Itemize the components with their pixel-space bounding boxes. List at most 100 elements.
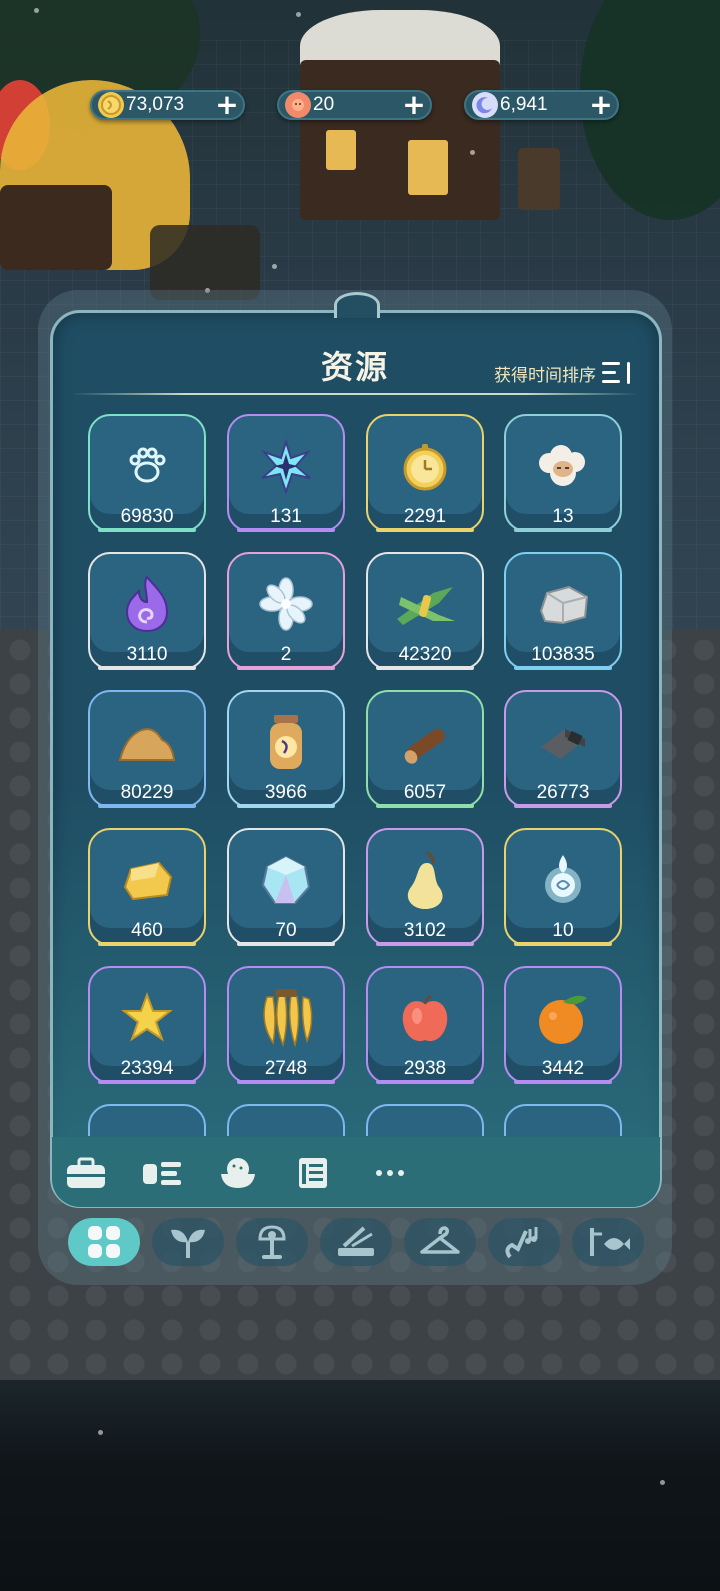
resource-slot[interactable]: 13 [504, 414, 622, 532]
resource-slot[interactable]: 2748 [227, 966, 345, 1084]
music-sheet-icon[interactable] [292, 1155, 336, 1191]
wood-log-icon [393, 710, 457, 774]
sprout-icon [168, 1224, 208, 1260]
tab-instrument[interactable] [488, 1218, 560, 1266]
firefly-jar-icon [254, 710, 318, 774]
resource-slot[interactable]: 70 [227, 828, 345, 946]
snowflake [34, 8, 39, 13]
sort-icon [602, 360, 632, 386]
grass-bundle-icon [393, 572, 457, 636]
slot-glow [514, 1080, 612, 1084]
resource-grid[interactable]: 69830 131 2291 13 3110 2 42320 103835 80229 3966 6… [88, 414, 622, 1136]
resource-slot[interactable]: 460 [88, 828, 206, 946]
add-gold-button[interactable]: + [213, 91, 241, 119]
currency-flower: 20 + [277, 90, 432, 120]
resource-slot[interactable] [366, 1104, 484, 1136]
hanger-icon [418, 1224, 462, 1260]
resource-count: 2291 [403, 506, 447, 527]
tab-grid[interactable] [68, 1218, 140, 1266]
slot-glow [98, 942, 196, 946]
slot-glow [98, 666, 196, 670]
currency-gold: 73,073 + [90, 90, 245, 120]
resource-slot[interactable]: 42320 [366, 552, 484, 670]
resource-slot[interactable]: 69830 [88, 414, 206, 532]
currency-gold-value: 73,073 [126, 94, 185, 115]
resource-slot[interactable] [88, 1104, 206, 1136]
iron-ingot-icon [531, 710, 595, 774]
signpost [518, 148, 560, 210]
tab-sprout[interactable] [152, 1218, 224, 1266]
more-dots-icon[interactable] [368, 1155, 412, 1191]
snowflake [98, 1430, 103, 1435]
resource-slot[interactable]: 2291 [366, 414, 484, 532]
resource-slot[interactable]: 3102 [366, 828, 484, 946]
gold-coin-icon [98, 92, 124, 118]
star-fruit-icon [115, 986, 179, 1050]
item-icon [531, 1124, 595, 1136]
resource-count: 2938 [403, 1058, 447, 1079]
tab-fish[interactable] [572, 1218, 644, 1266]
sun-flower-icon [285, 92, 311, 118]
resource-slot[interactable] [227, 1104, 345, 1136]
slot-glow [98, 804, 196, 808]
slot-glow [514, 804, 612, 808]
slot-glow [98, 1080, 196, 1084]
slot-glow [376, 1080, 474, 1084]
resource-slot[interactable]: 10 [504, 828, 622, 946]
slot-glow [237, 804, 335, 808]
resource-slot[interactable]: 3442 [504, 966, 622, 1084]
slot-glow [237, 666, 335, 670]
resource-slot[interactable]: 2938 [366, 966, 484, 1084]
sand-pile-icon [115, 710, 179, 774]
currency-moon: 6,941 + [464, 90, 619, 120]
toolbox-icon[interactable] [64, 1155, 108, 1191]
tab-furniture[interactable] [236, 1218, 308, 1266]
bowl-icon[interactable] [216, 1155, 260, 1191]
resource-count: 460 [131, 920, 163, 941]
slot-glow [514, 942, 612, 946]
resource-slot[interactable]: 3110 [88, 552, 206, 670]
sheep-icon [531, 434, 595, 498]
slot-glow [237, 942, 335, 946]
slot-glow [376, 804, 474, 808]
add-flower-button[interactable]: + [400, 91, 428, 119]
banana-bunch-icon [254, 986, 318, 1050]
tab-hanger[interactable] [404, 1218, 476, 1266]
item-icon [254, 1124, 318, 1136]
category-tabs [68, 1218, 648, 1268]
resource-slot[interactable] [504, 1104, 622, 1136]
resource-slot[interactable]: 3966 [227, 690, 345, 808]
instrument-icon [502, 1223, 546, 1261]
slot-glow [376, 666, 474, 670]
resource-slot[interactable]: 26773 [504, 690, 622, 808]
resource-count: 3442 [541, 1058, 585, 1079]
food-icon[interactable] [140, 1155, 184, 1191]
add-moon-button[interactable]: + [587, 91, 615, 119]
spirit-orb-icon [531, 848, 595, 912]
tab-tools[interactable] [320, 1218, 392, 1266]
furniture-icon [252, 1223, 292, 1261]
slot-glow [98, 528, 196, 532]
resource-count: 3110 [126, 644, 168, 665]
resource-count: 13 [552, 506, 574, 527]
snowflake [272, 264, 277, 269]
resource-slot[interactable]: 6057 [366, 690, 484, 808]
snowflake [660, 1480, 665, 1485]
title-divider [72, 393, 638, 395]
resource-count: 2 [280, 644, 292, 665]
crystal-flower-icon [254, 572, 318, 636]
resource-slot[interactable]: 2 [227, 552, 345, 670]
resource-count: 80229 [120, 782, 174, 803]
house-door-window [408, 140, 448, 195]
diamond-gem-icon [254, 848, 318, 912]
resource-count: 42320 [398, 644, 452, 665]
house-window [326, 130, 356, 170]
snowflake [296, 12, 301, 17]
resource-slot[interactable]: 103835 [504, 552, 622, 670]
resource-slot[interactable]: 23394 [88, 966, 206, 1084]
sort-by-time-button[interactable]: 获得时间排序 [494, 360, 632, 386]
slot-glow [514, 666, 612, 670]
resource-slot[interactable]: 131 [227, 414, 345, 532]
resource-slot[interactable]: 80229 [88, 690, 206, 808]
resource-count: 3102 [403, 920, 447, 941]
